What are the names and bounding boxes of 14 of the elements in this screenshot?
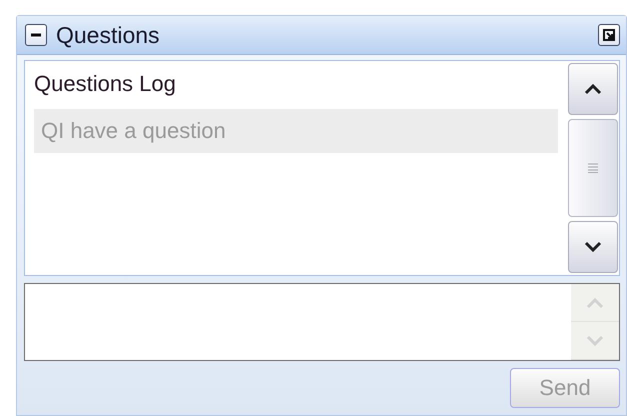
chevron-up-icon bbox=[586, 296, 604, 308]
collapse-button[interactable] bbox=[25, 24, 47, 46]
scroll-up-button[interactable] bbox=[568, 63, 618, 115]
grip-icon bbox=[588, 163, 598, 173]
panel-title: Questions bbox=[56, 22, 161, 48]
restore-icon bbox=[602, 28, 616, 42]
chevron-up-icon bbox=[584, 83, 602, 95]
chevron-down-icon bbox=[584, 241, 602, 253]
log-heading: Questions Log bbox=[34, 71, 177, 97]
chevron-down-icon bbox=[586, 334, 604, 346]
scroll-thumb[interactable] bbox=[568, 119, 618, 217]
scroll-down-button[interactable] bbox=[568, 221, 618, 273]
restore-button[interactable] bbox=[598, 24, 620, 46]
question-entry[interactable]: QI have a question bbox=[34, 109, 558, 153]
